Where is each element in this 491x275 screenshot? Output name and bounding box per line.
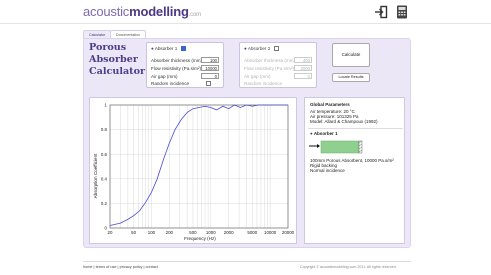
y-tick-label: 1 (105, 103, 108, 108)
footer-link-home[interactable]: home (83, 265, 93, 269)
x-tick-labels: 20 50 100 200 500 1000 2000 5000 10000 20000 (108, 230, 295, 235)
locate-results-button[interactable]: Locate Results (332, 73, 370, 82)
bullet-icon: ● (244, 46, 247, 51)
x-tick-label: 200 (166, 230, 174, 235)
y-tick-label: 0.6 (101, 152, 108, 157)
absorber-1-heading: ● Absorber 1 (151, 46, 186, 51)
x-tick-label: 20 (108, 230, 113, 235)
page-title-line-3: Calculator (89, 66, 146, 77)
absorber-2-resistivity-label: Flow resistivity (Pa.s/m²) (244, 66, 295, 71)
absorber-2-checkbox[interactable] (273, 46, 279, 51)
footer-divider (83, 261, 411, 262)
absorber-1-thickness-input[interactable]: 100 (201, 57, 219, 63)
footer-link-contact[interactable]: contact (146, 265, 158, 269)
x-tick-label: 1000 (206, 230, 216, 235)
footer-copyright: Copyright © acousticmodelling.com 2011. … (300, 265, 397, 269)
y-tick-label: 0.4 (101, 176, 108, 181)
absorber-1-box: ● Absorber 1 Absorber thickness (mm) 100… (146, 42, 224, 88)
absorber-diagram-icon (309, 140, 363, 154)
calculate-button[interactable]: Calculate (332, 43, 370, 67)
logo-part-modelling: modelling (129, 4, 189, 19)
absorber-1-airgap-input[interactable]: 0 (201, 73, 219, 79)
calculator-icon[interactable] (395, 5, 409, 19)
absorber-summary-heading: ● Absorber 1 (310, 131, 338, 136)
chart-panel: 0 0.2 0.4 0.6 0.8 1 20 50 100 200 500 1000 2000 5000… (89, 97, 297, 244)
y-axis-label: Absorption Coefficient (93, 153, 98, 199)
absorber-2-airgap-input[interactable]: 0 (294, 73, 312, 79)
absorber-2-box: ● Absorber 2 Absorber thickness (mm) 400… (239, 42, 317, 88)
page-title-line-2: Absorber (89, 54, 138, 65)
global-parameters-title: Global Parameters (310, 102, 350, 107)
site-logo[interactable]: acousticmodelling.com (83, 4, 201, 19)
logo-part-com: .com (188, 12, 201, 18)
absorber-1-thickness-label: Absorber thickness (mm) (151, 58, 203, 63)
y-tick-label: 0.2 (101, 201, 108, 206)
bullet-icon: ● (310, 131, 313, 136)
bullet-icon: ● (151, 46, 154, 51)
x-axis-label: Frequency (Hz) (184, 236, 216, 241)
logo-part-acoustic: acoustic (83, 4, 130, 19)
absorber-1-random-label: Random incidence (151, 81, 190, 86)
footer-links: home | terms of use | privacy policy | c… (83, 265, 158, 269)
x-tick-label: 10000 (264, 230, 277, 235)
absorber-2-title: Absorber 2 (247, 46, 271, 51)
plot-area (110, 105, 288, 228)
absorber-1-title: Absorber 1 (154, 46, 178, 51)
absorber-1-airgap-label: Air gap (mm) (151, 74, 178, 79)
x-tick-label: 100 (148, 230, 156, 235)
page-title-line-1: Porous (89, 42, 127, 53)
absorber-1-random-row: Random incidence (151, 81, 189, 86)
footer-link-terms[interactable]: terms of use (96, 265, 117, 269)
incidence-text: Normal incidence (310, 168, 345, 173)
chart-grid (109, 104, 289, 229)
x-tick-label: 20000 (282, 230, 295, 235)
divider (308, 128, 403, 129)
footer-link-privacy[interactable]: privacy policy (120, 265, 143, 269)
absorber-2-resistivity-input[interactable]: 2000 (294, 65, 312, 71)
site-header: acousticmodelling.com (0, 0, 491, 24)
global-parameters-panel: Global Parameters Air temperature: 20 °C… (304, 97, 405, 244)
absorber-2-thickness-label: Absorber thickness (mm) (244, 58, 296, 63)
absorber-2-heading: ● Absorber 2 (244, 46, 279, 51)
page-title: Porous Absorber Calculator (89, 42, 145, 78)
absorption-chart: 00.20.40.60.81 20 50 100 200 500 1000 2000 5000… (93, 103, 295, 241)
y-tick-label: 0.8 (101, 127, 108, 132)
absorber-1-resistivity-input[interactable]: 10000 (201, 65, 219, 71)
model-text: Model: Allard & Champoux (1992) (310, 119, 378, 124)
absorber-1-checkbox[interactable] (180, 46, 186, 51)
absorber-2-random-label: Random incidence (244, 81, 283, 86)
absorber-2-airgap-label: Air gap (mm) (244, 74, 271, 79)
x-tick-label: 5000 (247, 230, 257, 235)
y-tick-labels: 00.20.40.60.81 (101, 103, 108, 231)
absorber-1-resistivity-label: Flow resistivity (Pa.s/m²) (151, 66, 202, 71)
absorber-2-thickness-input[interactable]: 400 (294, 57, 312, 63)
login-icon[interactable] (374, 5, 388, 19)
x-tick-label: 2000 (224, 230, 234, 235)
x-tick-label: 500 (189, 230, 197, 235)
x-tick-label: 50 (131, 230, 136, 235)
absorber-summary-title: Absorber 1 (313, 131, 338, 136)
absorber-1-random-checkbox[interactable] (206, 81, 211, 86)
